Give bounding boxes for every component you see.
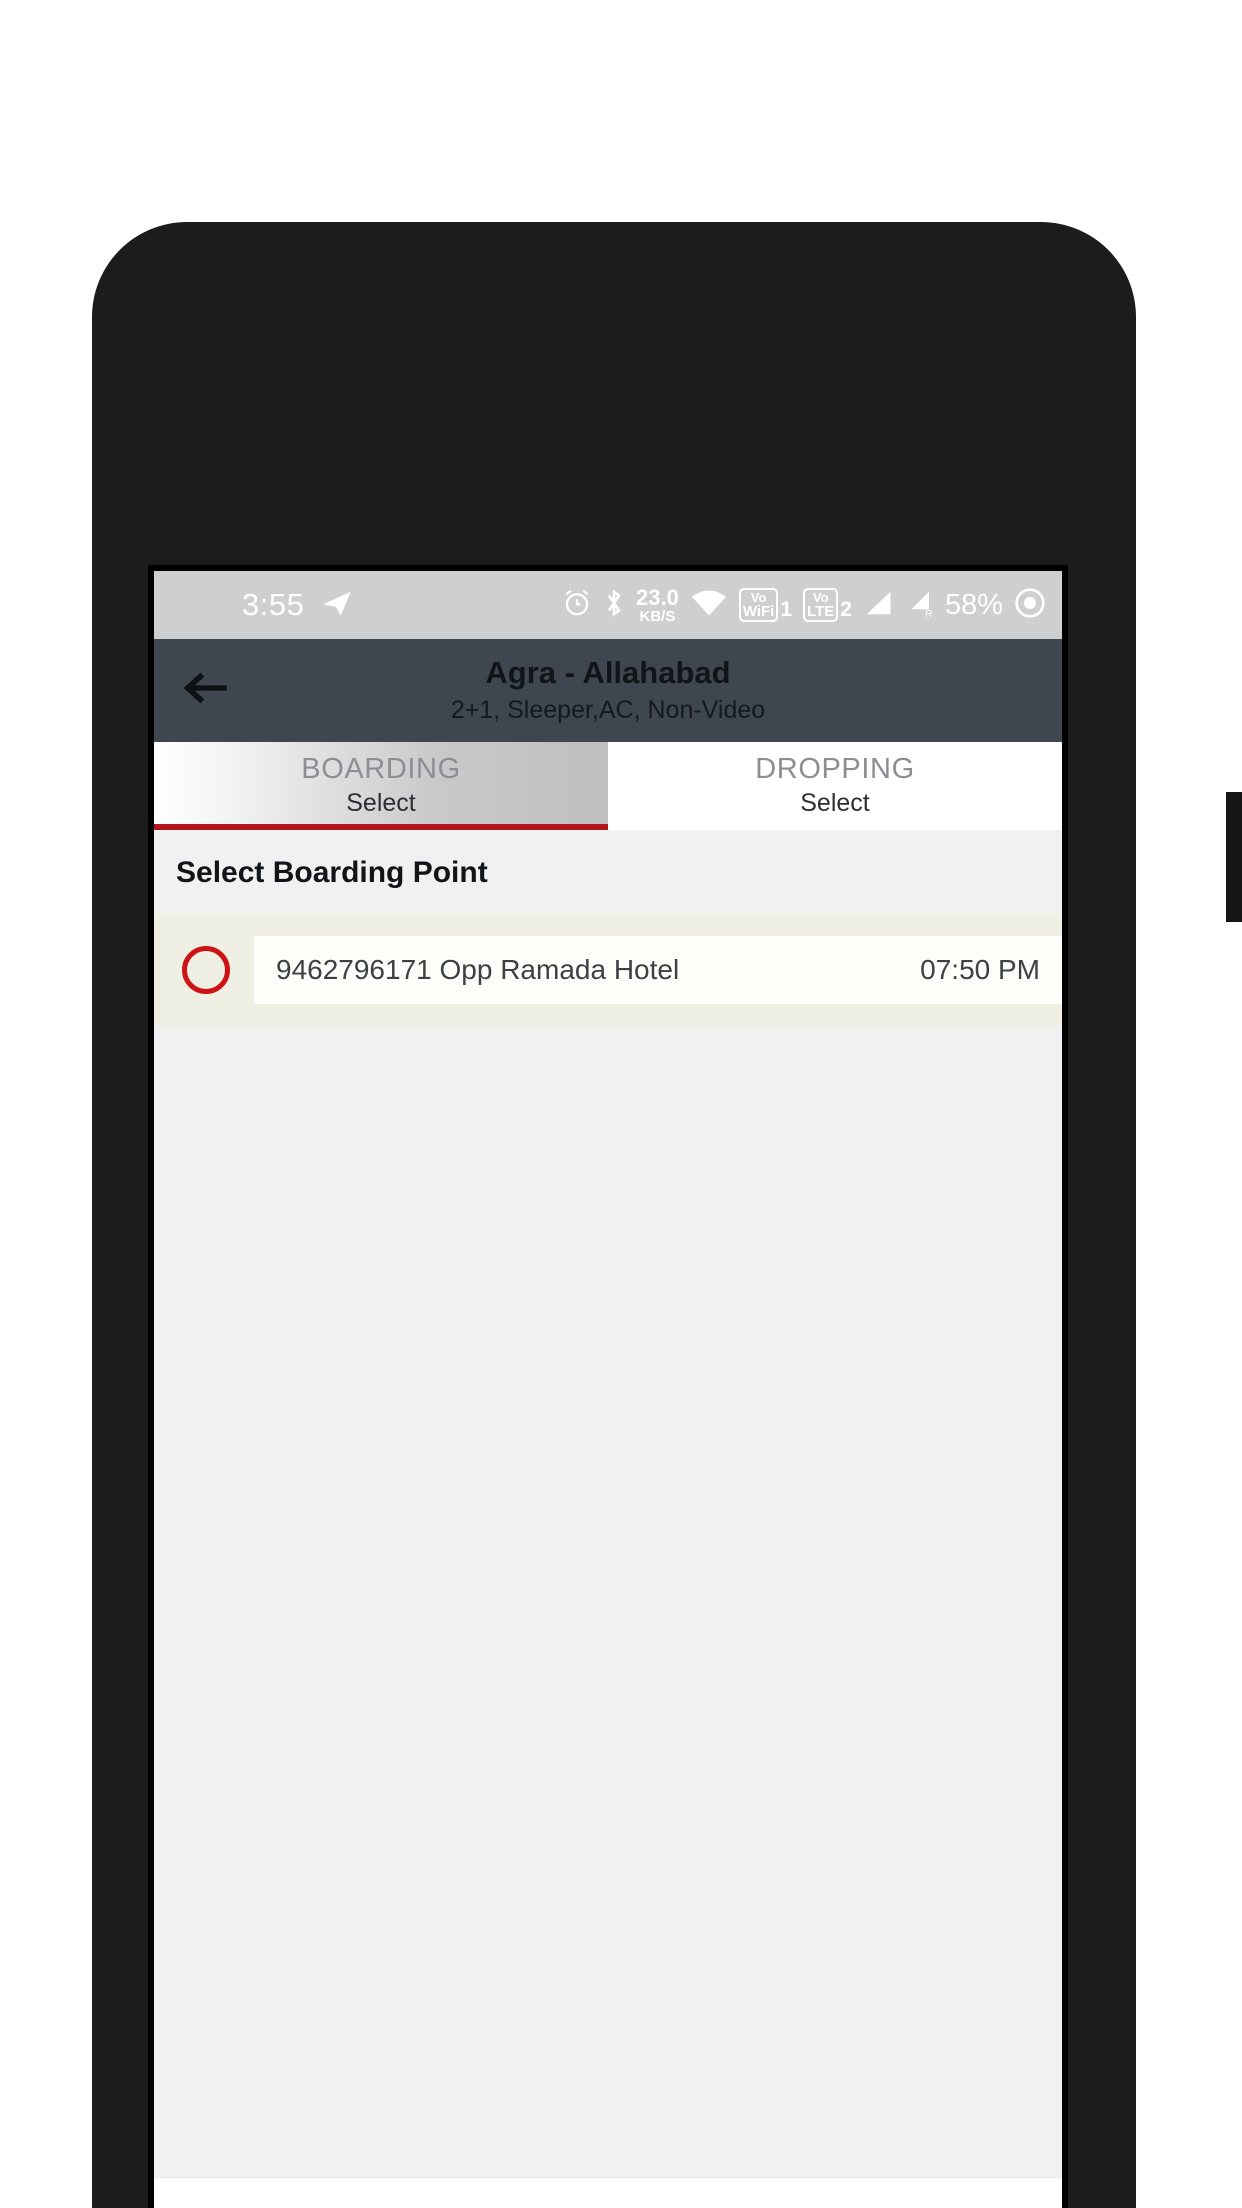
tab-dropping-subtitle: Select [800, 788, 870, 817]
network-speed-value: 23.0 [636, 584, 679, 610]
screen-record-icon [1014, 587, 1046, 624]
vowifi-label-bottom: WiFi [742, 603, 775, 620]
list-item[interactable]: 9462796171 Opp Ramada Hotel 07:50 PM [154, 914, 1062, 1026]
status-bar: 3:55 23.0 KB/S Vo WiFi 1 Vo LTE 2 R 58% [154, 571, 1062, 639]
tab-boarding-subtitle: Select [346, 788, 416, 817]
tab-active-indicator [154, 824, 608, 830]
volte-sim-number: 2 [840, 598, 852, 621]
boarding-point-name: 9462796171 Opp Ramada Hotel [276, 954, 680, 985]
arrow-left-icon [183, 669, 230, 712]
signal-bars-roaming-icon: R [904, 588, 934, 623]
vowifi-sim-number: 1 [780, 598, 793, 621]
svg-text:R: R [925, 608, 932, 617]
phone-screen: 3:55 23.0 KB/S Vo WiFi 1 Vo LTE 2 R 58% … [154, 571, 1062, 2208]
alarm-icon [562, 588, 592, 623]
section-header: Select Boarding Point [154, 830, 1062, 914]
content-empty-area [154, 1026, 1062, 2177]
tab-dropping-title: DROPPING [755, 753, 915, 786]
signal-bars-icon [863, 588, 893, 623]
telegram-icon [320, 588, 354, 623]
boarding-point-time: 07:50 PM [920, 954, 1040, 985]
page-subtitle: 2+1, Sleeper,AC, Non-Video [450, 695, 766, 724]
system-navigation-bar [154, 2177, 1062, 2208]
phone-button-power[interactable] [1226, 792, 1242, 922]
battery-percent-label: 58% [944, 588, 1003, 621]
app-bar: Agra - Allahabad 2+1, Sleeper,AC, Non-Vi… [154, 639, 1062, 742]
back-button[interactable] [176, 660, 238, 722]
volte-label-bottom: LTE [807, 603, 835, 620]
radio-button-unselected[interactable] [182, 946, 230, 994]
network-speed-unit: KB/S [639, 607, 676, 625]
volte-icon: Vo LTE 2 [803, 588, 852, 622]
tab-bar: BOARDING Select DROPPING Select [154, 742, 1062, 830]
network-speed-indicator: 23.0 KB/S [636, 584, 679, 625]
boarding-point-card[interactable]: 9462796171 Opp Ramada Hotel 07:50 PM [254, 936, 1062, 1004]
screenshot-root: 3:55 23.0 KB/S Vo WiFi 1 Vo LTE 2 R 58% … [0, 0, 1242, 2208]
bluetooth-icon [603, 588, 625, 623]
tab-boarding-title: BOARDING [301, 753, 461, 786]
boarding-point-list: 9462796171 Opp Ramada Hotel 07:50 PM [154, 914, 1062, 1026]
vowifi-icon: Vo WiFi 1 [738, 588, 793, 622]
status-bar-clock: 3:55 [242, 587, 305, 622]
wifi-icon [690, 589, 728, 622]
tab-boarding[interactable]: BOARDING Select [154, 742, 608, 830]
section-heading-label: Select Boarding Point [176, 856, 488, 889]
phone-screen-bezel: 3:55 23.0 KB/S Vo WiFi 1 Vo LTE 2 R 58% … [148, 565, 1068, 2208]
page-title: Agra - Allahabad [485, 654, 731, 690]
tab-dropping[interactable]: DROPPING Select [608, 742, 1062, 830]
